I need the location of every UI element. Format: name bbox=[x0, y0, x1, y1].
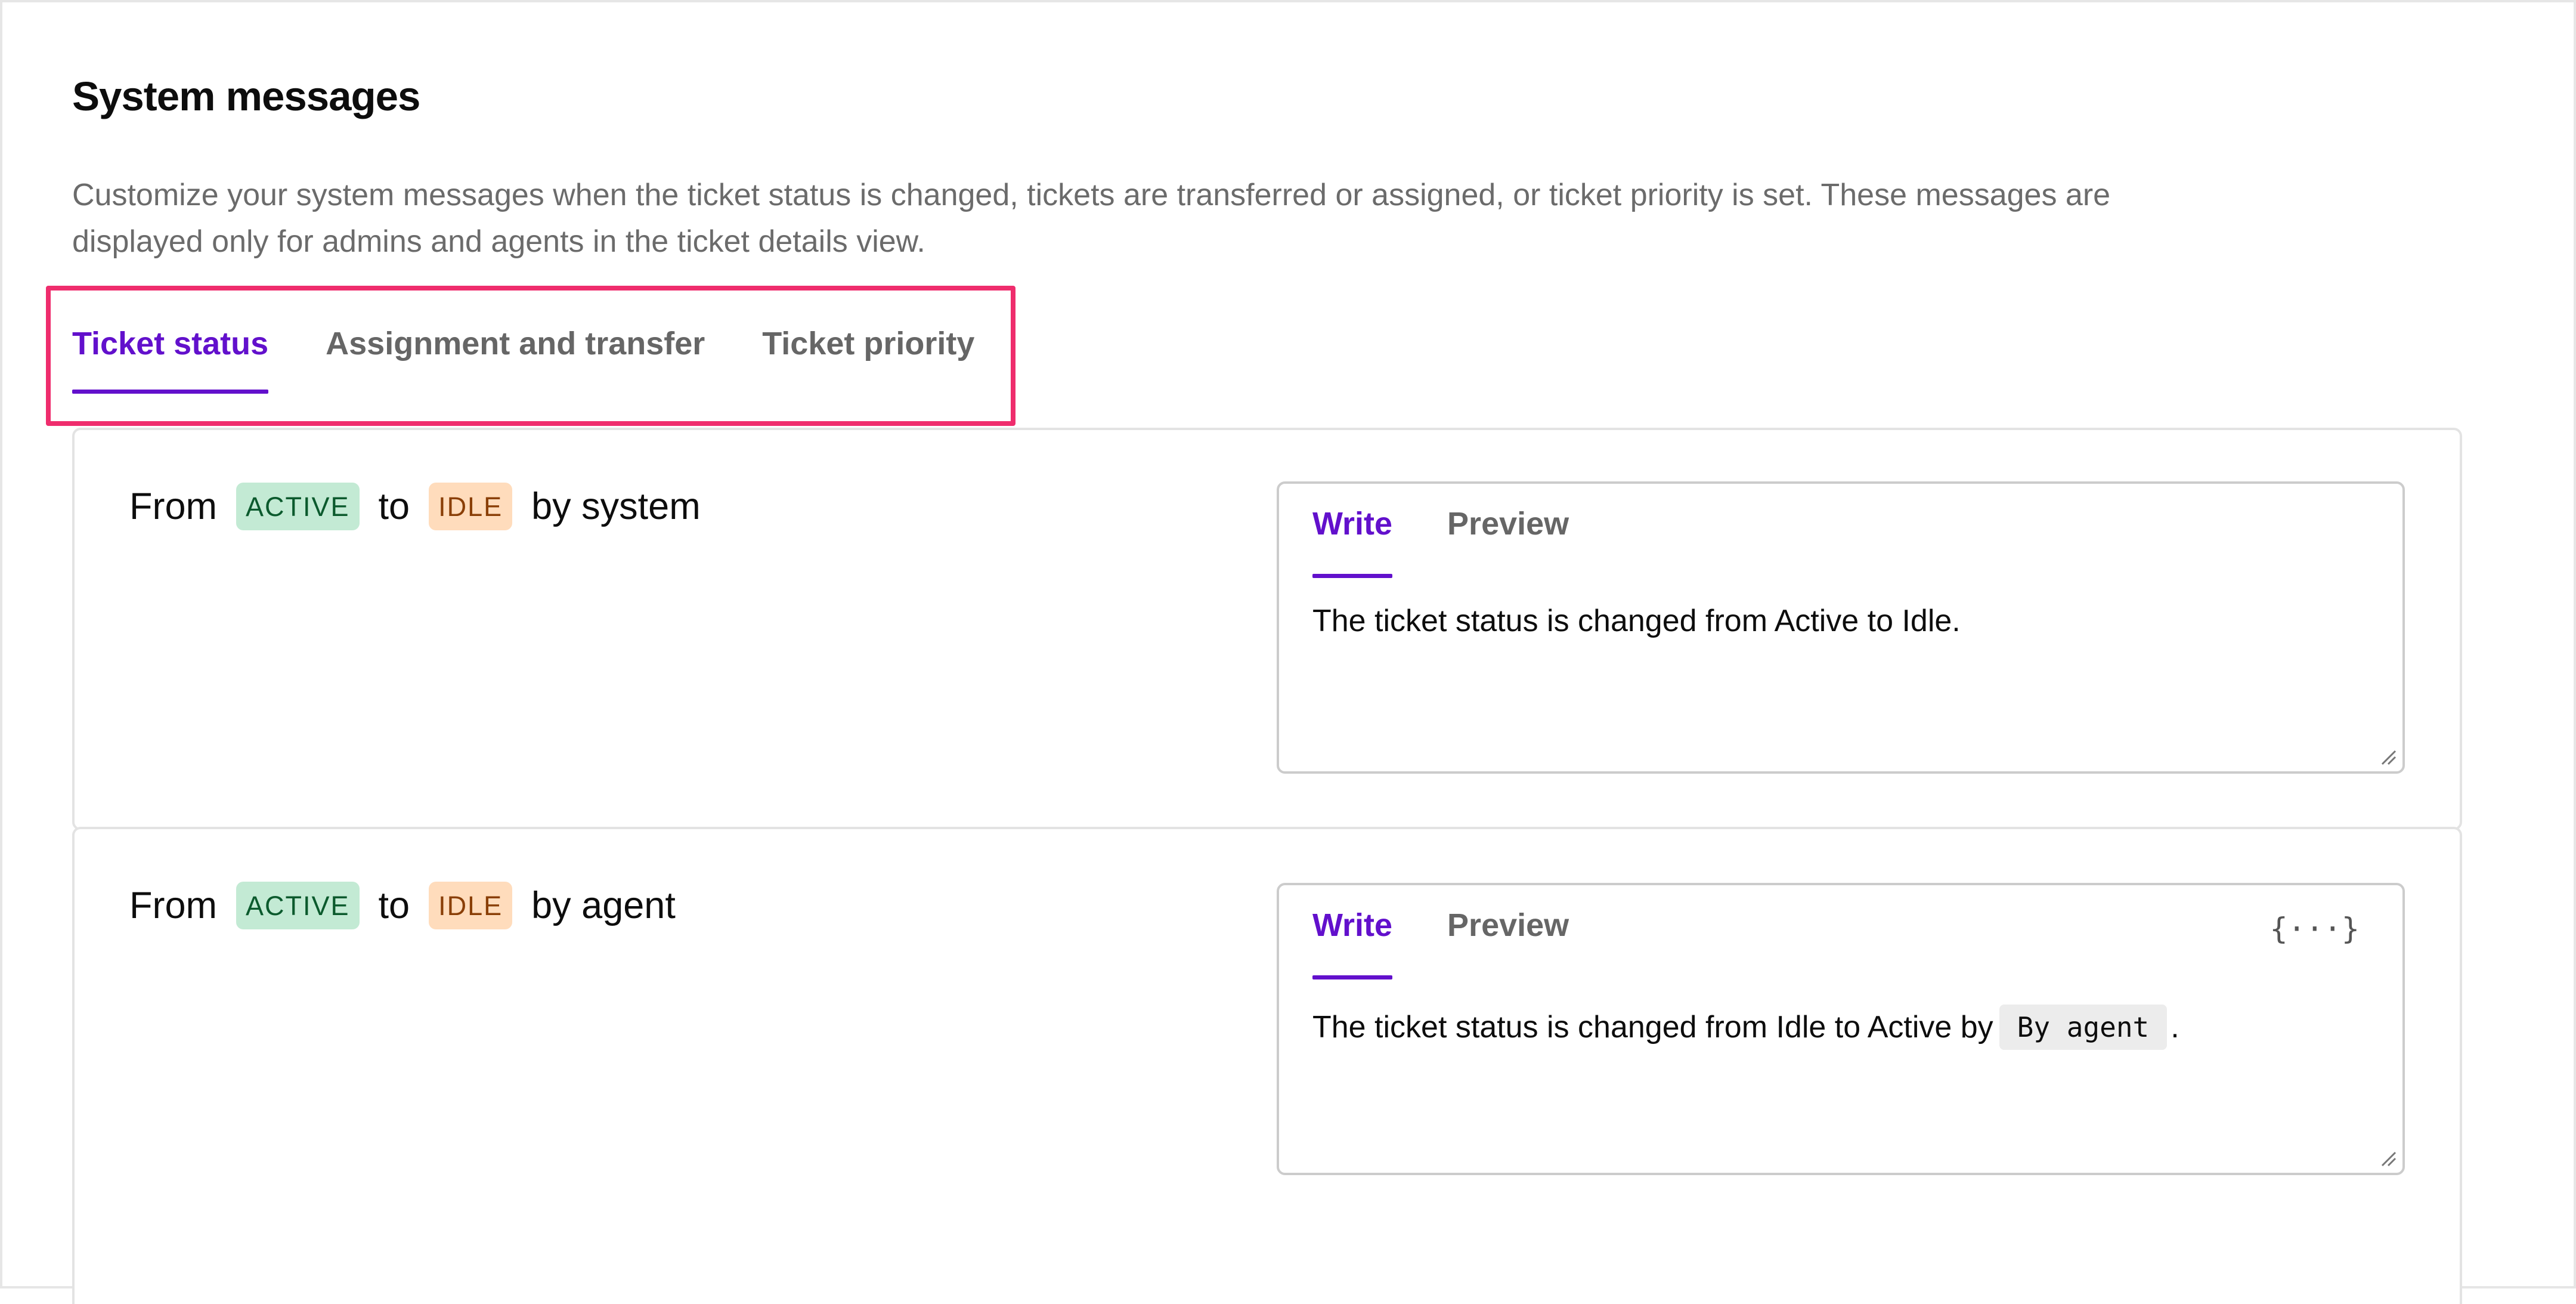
status-badge-idle: IDLE bbox=[429, 483, 513, 530]
write-tab[interactable]: Write bbox=[1312, 505, 1393, 578]
tab-bar: Ticket status Assignment and transfer Ti… bbox=[72, 325, 974, 394]
by-label: by system bbox=[531, 486, 701, 527]
preview-tab[interactable]: Preview bbox=[1447, 907, 1569, 979]
to-label: to bbox=[378, 486, 410, 527]
rule-card: From ACTIVE to IDLE by system Write Prev… bbox=[72, 428, 2462, 830]
message-text-content: The ticket status is changed from Idle t… bbox=[1312, 1010, 1993, 1045]
tab-ticket-priority[interactable]: Ticket priority bbox=[762, 325, 974, 394]
message-text[interactable]: The ticket status is changed from Active… bbox=[1312, 603, 1961, 639]
rule-card: From ACTIVE to IDLE by agent Write Previ… bbox=[72, 827, 2462, 1304]
write-tab[interactable]: Write bbox=[1312, 907, 1393, 979]
preview-tab[interactable]: Preview bbox=[1447, 505, 1569, 578]
message-text-content: The ticket status is changed from Active… bbox=[1312, 604, 1961, 638]
tab-ticket-status[interactable]: Ticket status bbox=[72, 325, 269, 394]
message-text[interactable]: The ticket status is changed from Idle t… bbox=[1312, 1005, 2179, 1050]
to-label: to bbox=[378, 885, 410, 926]
message-editor[interactable]: Write Preview The ticket status is chang… bbox=[1277, 481, 2405, 774]
message-text-suffix: . bbox=[2171, 1010, 2179, 1045]
rule-description: From ACTIVE to IDLE by system bbox=[129, 483, 701, 530]
resize-handle-icon[interactable] bbox=[2379, 1149, 2397, 1167]
status-badge-idle: IDLE bbox=[429, 882, 513, 929]
braces-icon[interactable]: {···} bbox=[2270, 911, 2360, 946]
message-editor[interactable]: Write Preview {···} The ticket status is… bbox=[1277, 883, 2405, 1175]
page-description: Customize your system messages when the … bbox=[72, 178, 2111, 259]
from-label: From bbox=[129, 885, 217, 926]
by-label: by agent bbox=[531, 885, 676, 926]
resize-handle-icon[interactable] bbox=[2379, 747, 2397, 765]
status-badge-active: ACTIVE bbox=[236, 882, 360, 929]
editor-tabs: Write Preview bbox=[1312, 505, 1569, 578]
status-badge-active: ACTIVE bbox=[236, 483, 360, 530]
variable-chip[interactable]: By agent bbox=[1999, 1005, 2168, 1050]
from-label: From bbox=[129, 486, 217, 527]
rule-description: From ACTIVE to IDLE by agent bbox=[129, 882, 676, 929]
tab-assignment-and-transfer[interactable]: Assignment and transfer bbox=[326, 325, 705, 394]
page-title: System messages bbox=[72, 73, 420, 119]
editor-tabs: Write Preview bbox=[1312, 907, 1569, 979]
